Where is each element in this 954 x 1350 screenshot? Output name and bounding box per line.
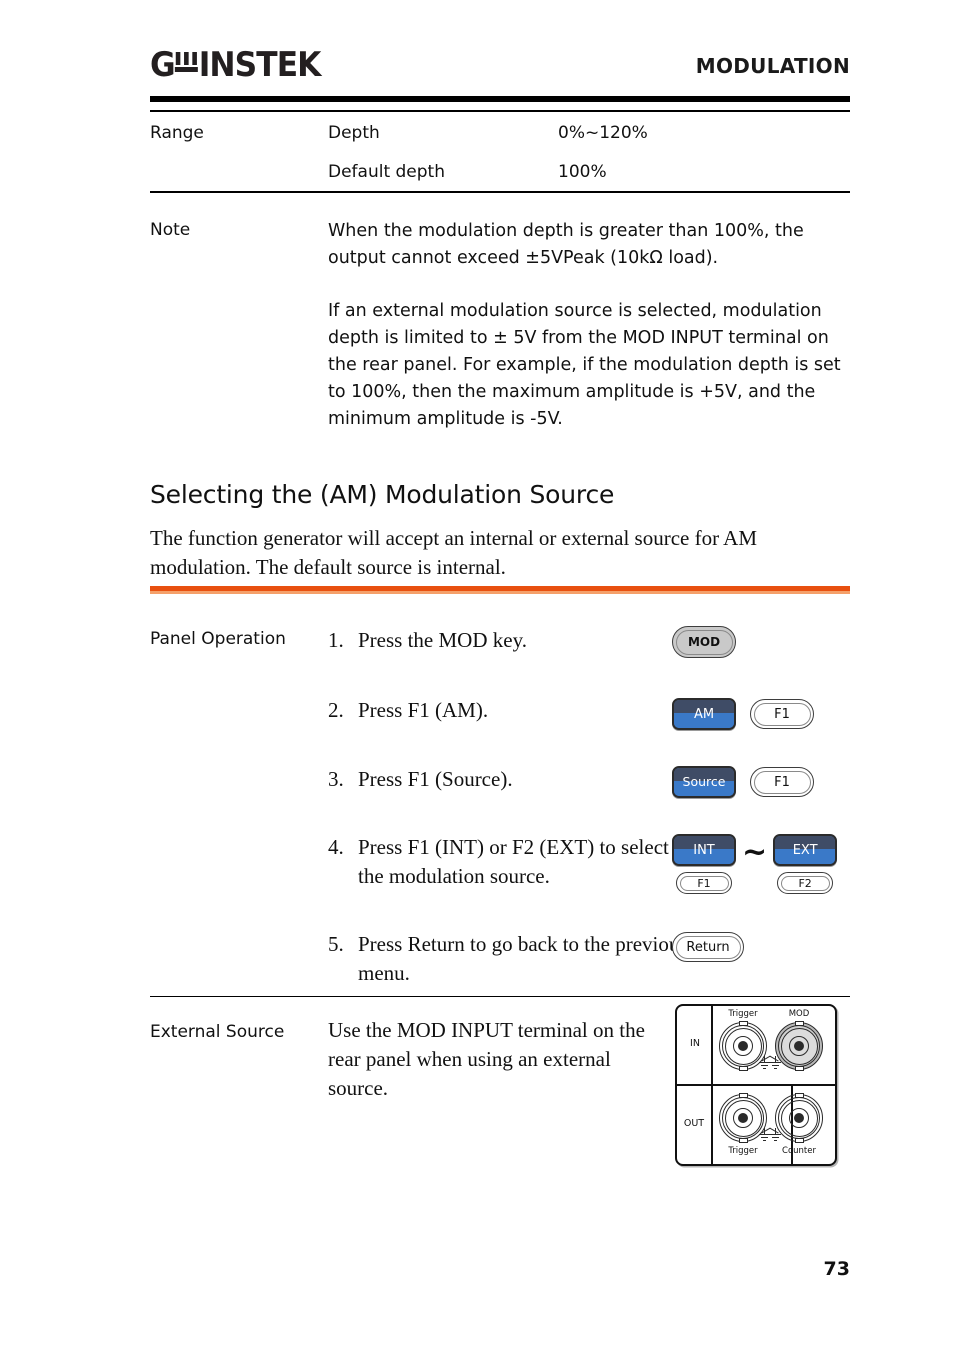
section-heading: Selecting the (AM) Modulation Source [150, 480, 615, 509]
step-text: Press F1 (AM). [358, 698, 489, 722]
f1-key[interactable]: F1 [750, 767, 814, 797]
accent-rule-shadow [150, 591, 850, 594]
row-value: 100% [558, 162, 607, 182]
gw-instek-logo: G INSTEK [150, 48, 335, 82]
note-label: Note [150, 220, 191, 240]
panel-in-tag: IN [690, 1038, 700, 1049]
am-softkey[interactable]: AM [672, 698, 736, 730]
connector-label-trigger-in: Trigger [728, 1009, 758, 1019]
step-item: 3. Press F1 (Source). [328, 765, 698, 794]
ground-symbol-icon [757, 1128, 773, 1142]
step-text: Press Return to go back to the previous … [358, 932, 688, 985]
f1-key-label: F1 [774, 774, 790, 790]
bnc-connector-mod-in [759, 1021, 823, 1071]
step-number: 4. [328, 835, 344, 859]
step-item: 1. Press the MOD key. [328, 626, 698, 655]
note-block: Note When the modulation depth is greate… [150, 218, 850, 433]
header-rule-thick [150, 96, 850, 102]
tilde-separator-icon: ~ [742, 835, 768, 870]
page-number: 73 [823, 1258, 850, 1280]
panel-operation-label: Panel Operation [150, 629, 286, 649]
connector-label-mod-in: MOD [788, 1009, 810, 1019]
external-source-text: Use the MOD INPUT terminal on the rear p… [328, 1018, 645, 1100]
step-number: 1. [328, 628, 344, 652]
table-row: Default depth 100% [150, 160, 850, 184]
table-bottom-rule [150, 191, 850, 193]
bnc-connector-counter [759, 1093, 823, 1143]
rear-panel-diagram: IN OUT Trigger MOD Trigger Counter [675, 1004, 837, 1166]
step-number: 2. [328, 698, 344, 722]
f2-key[interactable]: F2 [777, 872, 834, 894]
return-key-label: Return [686, 939, 730, 955]
mod-key[interactable]: MOD [672, 626, 736, 658]
step-item: 2. Press F1 (AM). [328, 696, 698, 725]
source-softkey-label: Source [682, 773, 726, 789]
panel-divider-horizontal [677, 1084, 837, 1086]
step-text: Press F1 (Source). [358, 767, 513, 791]
f1-key-label: F1 [697, 876, 711, 890]
gw-w-mark-icon [174, 50, 199, 76]
f2-key-label: F2 [798, 876, 812, 890]
f1-key-label: F1 [774, 706, 790, 722]
document-page: G INSTEK MODULATION Range Depth 0%~120% D… [150, 0, 850, 1350]
note-body: When the modulation depth is greater tha… [328, 218, 848, 433]
section-divider-rule [150, 996, 850, 998]
key-group-step1: MOD [672, 626, 736, 658]
connector-label-counter: Counter [782, 1146, 816, 1156]
key-group-step2: AM F1 [672, 698, 814, 730]
row-parameter: Depth [328, 123, 380, 143]
header-rule-thin [150, 110, 850, 112]
step-text: Press the MOD key. [358, 628, 527, 652]
table-row: Range Depth 0%~120% [150, 121, 850, 145]
panel-divider-vertical [711, 1006, 713, 1166]
key-group-step4: INT F1 ~ EXT F2 [672, 834, 838, 894]
panel-out-tag: OUT [683, 1118, 705, 1129]
step-text: Press F1 (INT) or F2 (EXT) to select the… [358, 835, 669, 888]
section-intro: The function generator will accept an in… [150, 526, 758, 579]
note-paragraph: If an external modulation source is sele… [328, 301, 841, 429]
key-group-step3: Source F1 [672, 766, 814, 798]
step-item: 5. Press Return to go back to the previo… [328, 930, 698, 988]
row-label [150, 160, 328, 184]
step-item: 4. Press F1 (INT) or F2 (EXT) to select … [328, 833, 698, 891]
external-source-label: External Source [150, 1022, 285, 1042]
ext-softkey-label: EXT [792, 842, 818, 858]
key-group-step5: Return [672, 932, 744, 962]
ground-symbol-icon [757, 1056, 773, 1070]
source-softkey[interactable]: Source [672, 766, 736, 798]
ext-softkey[interactable]: EXT [773, 834, 838, 866]
int-softkey-label: INT [693, 842, 715, 858]
step-number: 5. [328, 932, 344, 956]
page-header: G INSTEK MODULATION [150, 48, 850, 90]
note-paragraph: When the modulation depth is greater tha… [328, 221, 804, 268]
am-softkey-label: AM [693, 706, 715, 722]
row-parameter: Default depth [328, 162, 445, 182]
int-softkey[interactable]: INT [672, 834, 736, 866]
return-key[interactable]: Return [672, 932, 744, 962]
logo-word-instek: INSTEK [198, 45, 322, 85]
page-title: MODULATION [695, 54, 850, 78]
f1-key[interactable]: F1 [676, 872, 732, 894]
connector-label-trigger-out: Trigger [728, 1146, 758, 1156]
logo-letter-g: G [150, 45, 176, 85]
mod-key-label: MOD [687, 635, 721, 649]
f1-key[interactable]: F1 [750, 699, 814, 729]
row-value: 0%~120% [558, 123, 648, 143]
step-number: 3. [328, 767, 344, 791]
row-label: Range [150, 123, 204, 143]
